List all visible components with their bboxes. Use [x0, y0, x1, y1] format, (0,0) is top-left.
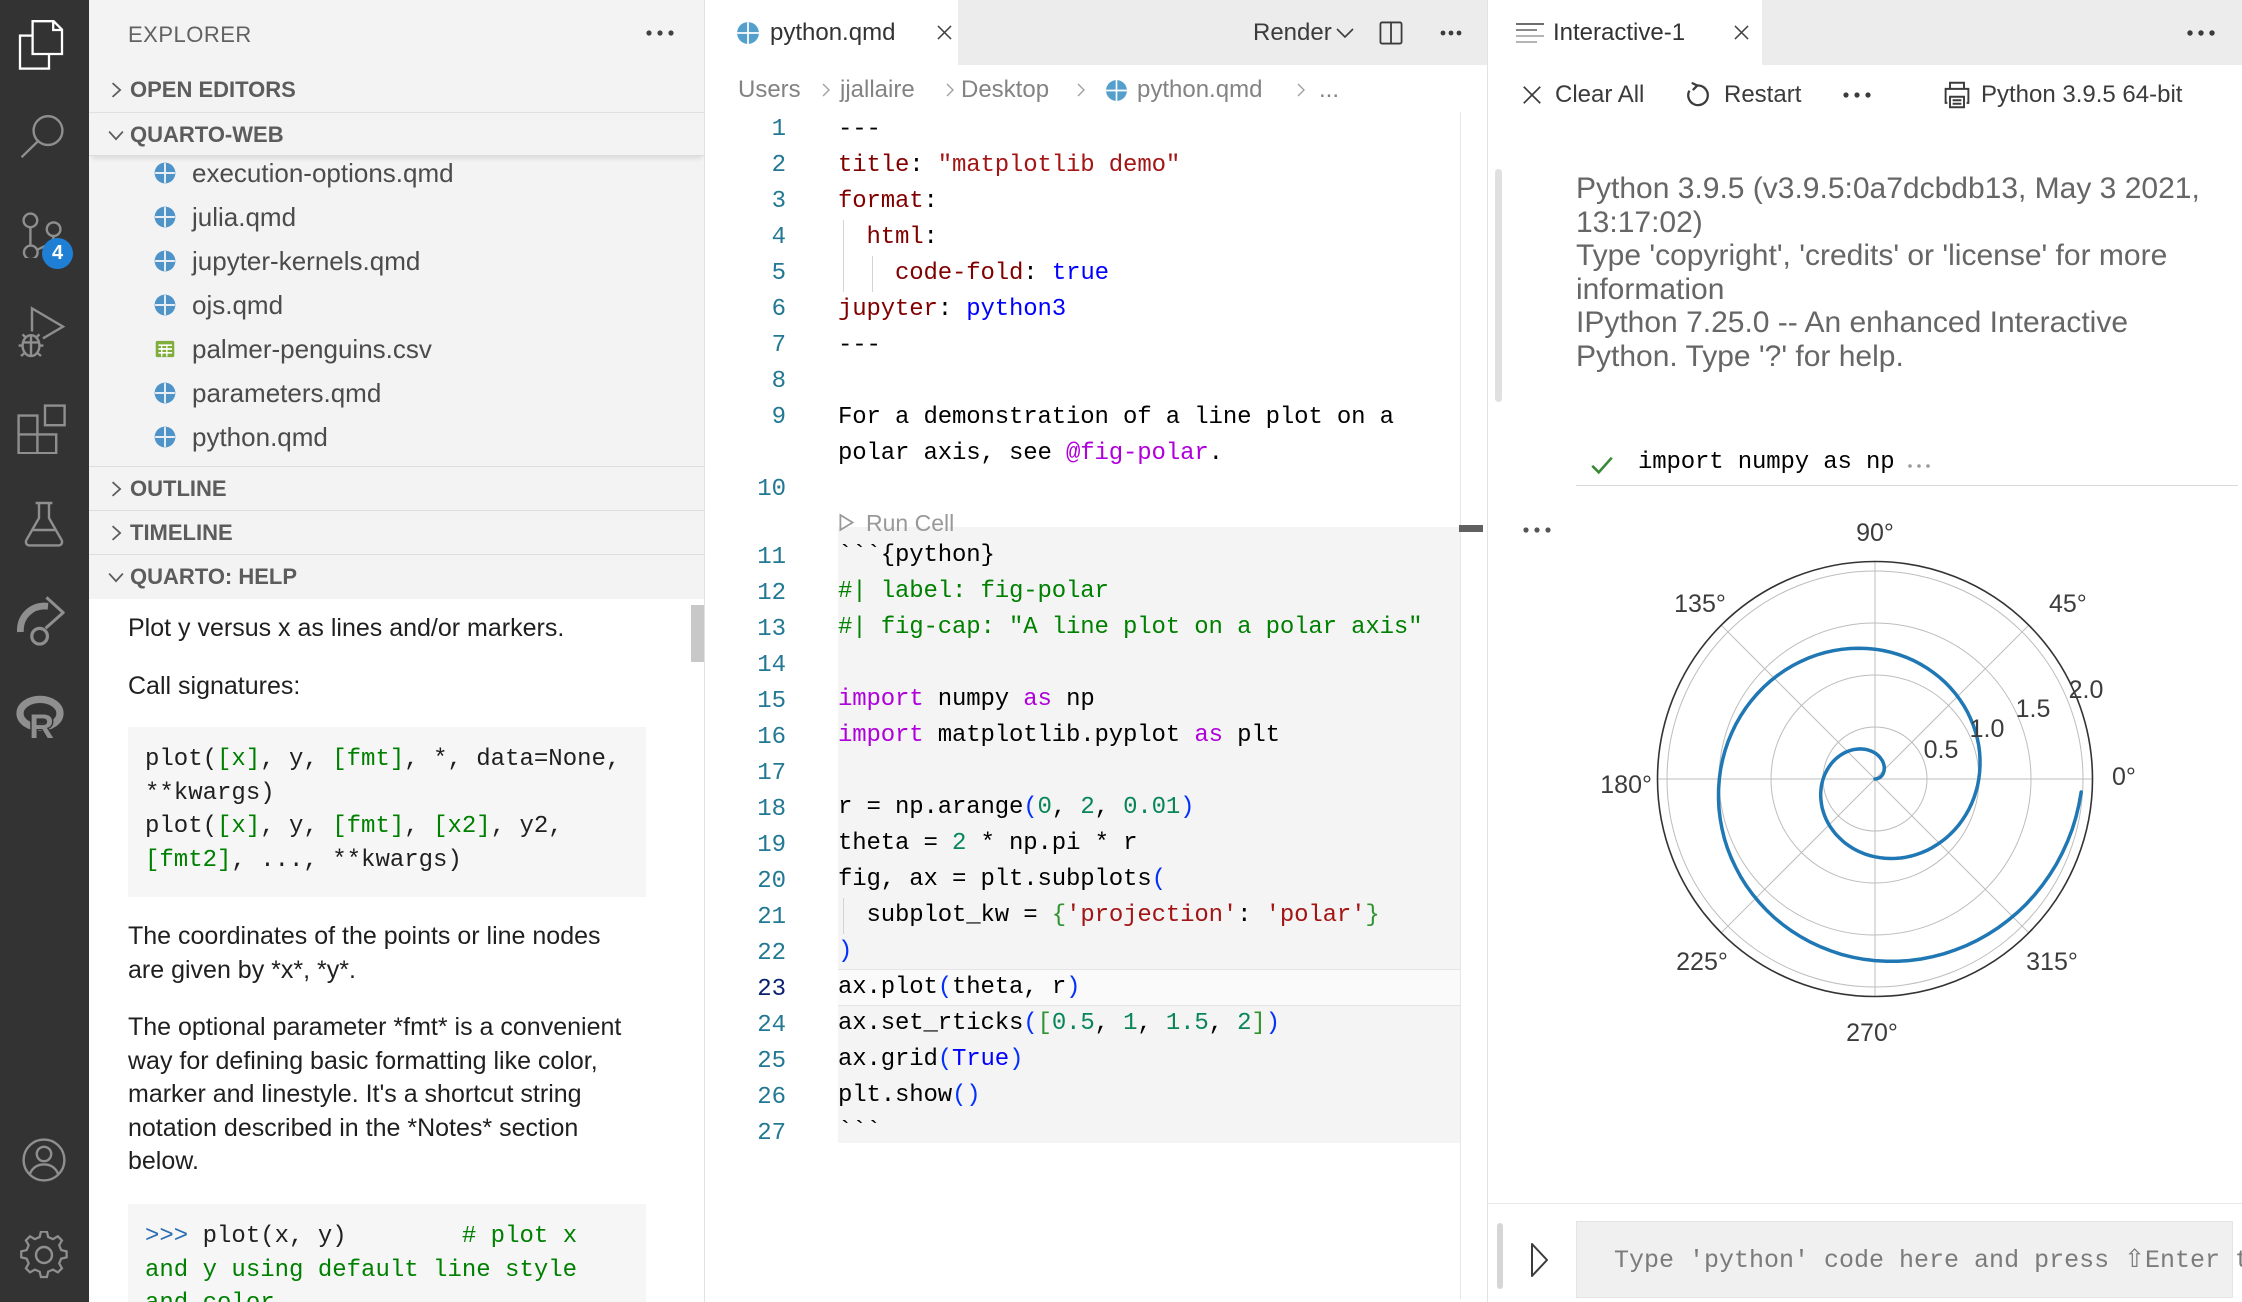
- svg-text:180°: 180°: [1600, 771, 1652, 799]
- svg-text:1.0: 1.0: [1970, 715, 2005, 743]
- svg-text:135°: 135°: [1674, 590, 1726, 618]
- svg-text:R: R: [29, 708, 54, 739]
- svg-text:2.0: 2.0: [2069, 676, 2104, 704]
- svg-text:270°: 270°: [1846, 1019, 1898, 1047]
- svg-text:45°: 45°: [2049, 590, 2087, 618]
- svg-text:1.5: 1.5: [2016, 695, 2051, 723]
- svg-text:315°: 315°: [2026, 948, 2078, 976]
- svg-text:225°: 225°: [1676, 948, 1728, 976]
- svg-text:90°: 90°: [1856, 519, 1894, 547]
- svg-text:0°: 0°: [2112, 763, 2136, 791]
- svg-text:0.5: 0.5: [1924, 736, 1959, 764]
